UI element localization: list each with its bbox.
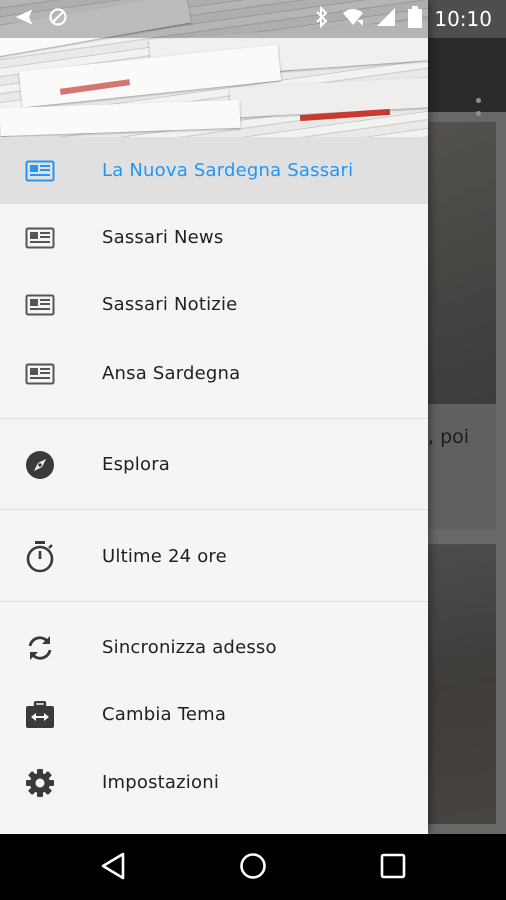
- drawer-item-sassari-news[interactable]: Sassari News: [0, 204, 428, 271]
- bluetooth-icon: [314, 5, 330, 32]
- back-icon: [100, 852, 126, 884]
- drawer-item-ansa-sardegna[interactable]: Ansa Sardegna: [0, 340, 428, 407]
- signal-icon: [376, 7, 396, 31]
- newspaper-icon: [24, 358, 56, 390]
- drawer-item-sincronizza-adesso[interactable]: Sincronizza adesso: [0, 614, 428, 681]
- sync-icon: [24, 632, 56, 664]
- drawer-item-label: Esplora: [102, 454, 171, 475]
- switch-theme-icon: [24, 699, 56, 731]
- drawer-divider: [0, 601, 428, 602]
- drawer-divider: [0, 509, 428, 510]
- status-time: 10:10: [434, 7, 492, 31]
- newspaper-icon: [24, 222, 56, 254]
- back-button[interactable]: [96, 851, 130, 885]
- drawer-item-cambia-tema[interactable]: Cambia Tema: [0, 681, 428, 748]
- home-icon: [239, 852, 267, 884]
- drawer-item-label: Ansa Sardegna: [102, 363, 241, 384]
- drawer-item-impostazioni[interactable]: Impostazioni: [0, 749, 428, 816]
- recents-button[interactable]: [376, 851, 410, 885]
- newspaper-icon: [24, 289, 56, 321]
- drawer-divider: [0, 418, 428, 419]
- gear-icon: [24, 767, 56, 799]
- drawer-item-label: Impostazioni: [102, 772, 220, 793]
- drawer-item-label: Sincronizza adesso: [102, 637, 277, 658]
- drawer-item-label: La Nuova Sardegna Sassari: [102, 160, 354, 181]
- drawer-item-label: Cambia Tema: [102, 704, 227, 725]
- drawer-item-label: Ultime 24 ore: [102, 546, 227, 567]
- wifi-icon: [342, 8, 364, 30]
- drawer-item-la-nuova-sardegna-sassari[interactable]: La Nuova Sardegna Sassari: [0, 137, 428, 204]
- drawer-item-label: Sassari Notizie: [102, 294, 238, 315]
- home-button[interactable]: [236, 851, 270, 885]
- compass-icon: [24, 449, 56, 481]
- blocked-icon: [48, 7, 68, 31]
- drawer-item-sassari-notizie[interactable]: Sassari Notizie: [0, 271, 428, 338]
- timer-icon: [24, 540, 56, 573]
- drawer-item-label: Sassari News: [102, 227, 224, 248]
- send-icon: [14, 7, 34, 31]
- system-navigation-bar: [0, 834, 506, 900]
- drawer-item-esplora[interactable]: Esplora: [0, 431, 428, 498]
- recents-icon: [380, 853, 406, 883]
- navigation-drawer: La Nuova Sardegna Sassari Sassari News S…: [0, 0, 428, 834]
- battery-icon: [408, 6, 423, 32]
- drawer-item-ultime-24-ore[interactable]: Ultime 24 ore: [0, 523, 428, 590]
- newspaper-icon: [24, 155, 56, 187]
- status-bar: 10:10: [0, 0, 506, 38]
